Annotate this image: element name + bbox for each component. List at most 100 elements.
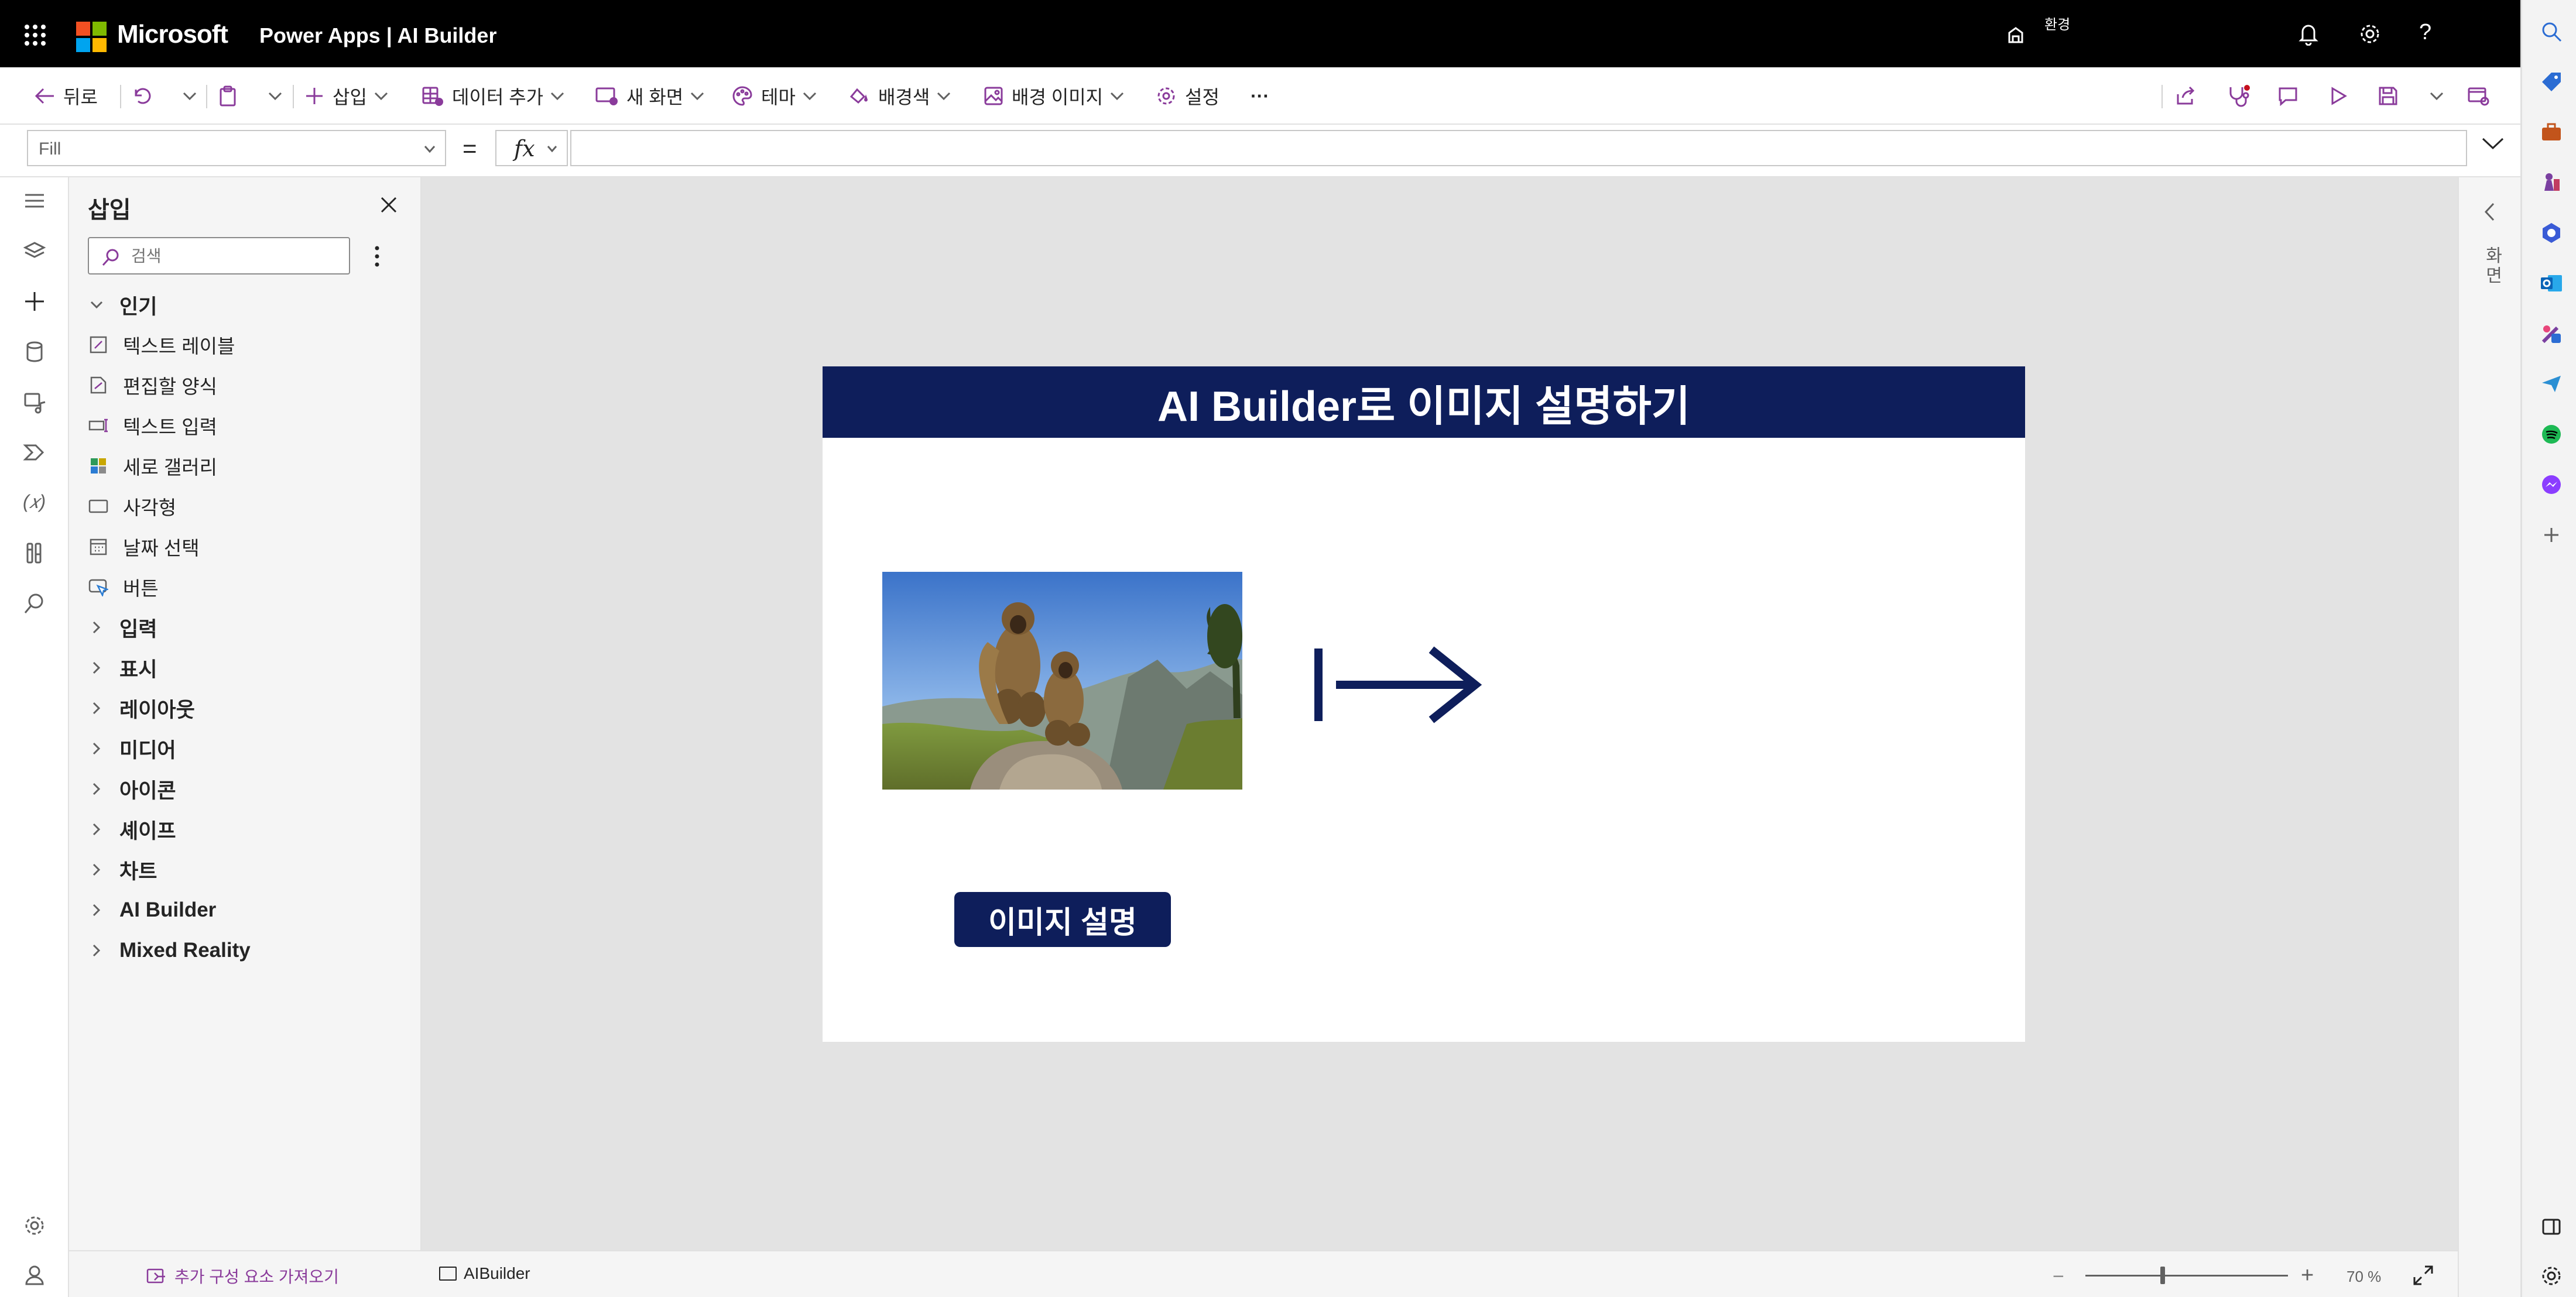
insert-item-vertical-gallery[interactable]: 세로 갤러리 [88, 448, 217, 483]
designer-icon[interactable] [2540, 322, 2563, 345]
fit-to-window-icon[interactable] [2412, 1264, 2434, 1286]
settings-icon[interactable] [23, 1214, 46, 1237]
share-icon[interactable] [2176, 67, 2205, 125]
describe-image-button[interactable]: 이미지 설명 [954, 892, 1171, 947]
more-options-icon[interactable] [375, 246, 379, 267]
formula-input[interactable] [570, 130, 2467, 166]
category-mixed-reality[interactable]: Mixed Reality [88, 933, 251, 968]
search-icon[interactable] [23, 592, 46, 615]
publish-icon[interactable] [2467, 67, 2498, 125]
arrow-right-to-line-icon[interactable] [1311, 644, 1487, 726]
background-image-button[interactable]: 배경 이미지 [984, 67, 1124, 125]
send-icon[interactable] [2540, 372, 2563, 396]
zoom-slider[interactable] [2085, 1275, 2288, 1277]
category-input[interactable]: 입력 [88, 610, 157, 645]
back-label: 뒤로 [63, 87, 98, 108]
play-icon[interactable] [2329, 67, 2356, 125]
property-dropdown[interactable]: Fill [27, 130, 446, 166]
sidebar-layout-icon[interactable] [2540, 1215, 2563, 1238]
settings-button[interactable]: 설정 [1156, 67, 1220, 125]
zoom-slider-thumb[interactable] [2160, 1267, 2165, 1284]
insert-item-button[interactable]: 버튼 [88, 569, 159, 605]
fx-label: fx [514, 136, 535, 162]
briefcase-icon[interactable] [2540, 121, 2563, 144]
insert-item-text-input[interactable]: 텍스트 입력 [88, 408, 217, 443]
gear-icon[interactable] [2358, 22, 2382, 46]
insert-item-label: 편집할 양식 [123, 376, 217, 397]
power-automate-icon[interactable] [23, 441, 46, 464]
insert-button[interactable]: 삽입 [304, 67, 388, 125]
divider [2161, 85, 2163, 108]
theme-button[interactable]: 테마 [732, 67, 817, 125]
chevron-right-icon [88, 742, 105, 755]
category-layout[interactable]: 레이아웃 [88, 691, 195, 726]
bell-icon[interactable] [2298, 22, 2319, 46]
paste-menu-chevron-icon[interactable] [261, 67, 282, 125]
office-icon[interactable] [2540, 221, 2563, 245]
category-popular[interactable]: 인기 [88, 287, 157, 322]
help-icon[interactable]: ? [2419, 20, 2431, 45]
insert-item-rectangle[interactable]: 사각형 [88, 489, 176, 524]
close-icon[interactable] [379, 195, 398, 214]
expand-formula-icon[interactable] [2481, 136, 2505, 151]
microsoft-brand: Microsoft [117, 20, 228, 49]
tag-icon[interactable] [2540, 70, 2563, 94]
get-more-components-link[interactable]: 추가 구성 요소 가져오기 [146, 1264, 339, 1288]
search-icon[interactable] [2540, 20, 2563, 43]
screen-header[interactable]: AI Builder로 이미지 설명하기 [823, 366, 2025, 438]
app-launcher-icon[interactable] [23, 23, 47, 47]
rectangle-icon [88, 496, 109, 517]
insert-icon[interactable] [23, 290, 46, 313]
comments-icon[interactable] [2277, 67, 2307, 125]
advanced-tools-icon[interactable] [23, 541, 46, 565]
insert-item-edit-form[interactable]: 편집할 양식 [88, 368, 217, 403]
add-icon[interactable] [2540, 523, 2563, 547]
outlook-icon[interactable] [2540, 272, 2563, 295]
save-icon[interactable] [2378, 67, 2406, 125]
add-data-button[interactable]: 데이터 추가 [422, 67, 564, 125]
screen-name: AIBuilder [464, 1264, 530, 1282]
virtual-agent-icon[interactable] [23, 1263, 46, 1286]
zoom-out-button[interactable]: − [2053, 1265, 2064, 1288]
data-icon[interactable] [23, 340, 46, 363]
messenger-icon[interactable] [2540, 473, 2563, 496]
category-shapes[interactable]: 셰이프 [88, 812, 176, 847]
more-button[interactable]: ··· [1251, 67, 1269, 125]
save-menu-chevron-icon[interactable] [2423, 67, 2444, 125]
zoom-in-button[interactable]: + [2301, 1263, 2314, 1288]
function-button[interactable]: fx [495, 130, 568, 166]
chevron-left-icon[interactable] [2483, 202, 2495, 222]
back-button[interactable]: 뒤로 [34, 67, 98, 125]
uploaded-image[interactable] [882, 572, 1242, 790]
spotify-icon[interactable] [2540, 423, 2563, 446]
screen-selector[interactable]: AIBuilder [439, 1264, 530, 1283]
gear-icon[interactable] [2540, 1264, 2563, 1288]
chevron-right-icon [88, 944, 105, 957]
hamburger-menu-icon[interactable] [23, 189, 46, 212]
category-ai-builder[interactable]: AI Builder [88, 893, 216, 928]
insert-panel-title: 삽입 [88, 197, 131, 223]
category-display[interactable]: 표시 [88, 650, 157, 685]
environment-icon[interactable] [2006, 25, 2026, 44]
insert-item-text-label[interactable]: 텍스트 레이블 [88, 327, 235, 362]
search-icon [102, 249, 119, 266]
new-screen-button[interactable]: 새 화면 [595, 67, 704, 125]
undo-button[interactable] [131, 67, 159, 125]
tree-view-icon[interactable] [23, 239, 46, 263]
paste-button[interactable] [218, 67, 246, 125]
media-icon[interactable] [23, 390, 46, 414]
chess-icon[interactable] [2540, 171, 2563, 194]
category-media[interactable]: 미디어 [88, 731, 176, 766]
variables-icon[interactable]: (𝑥) [23, 491, 46, 514]
screen-pane-label[interactable]: 화면 [2482, 246, 2506, 286]
category-label: 레이아웃 [119, 698, 195, 722]
category-icons[interactable]: 아이콘 [88, 771, 176, 807]
category-charts[interactable]: 차트 [88, 852, 157, 887]
insert-item-date-picker[interactable]: 날짜 선택 [88, 529, 200, 564]
undo-menu-chevron-icon[interactable] [176, 67, 197, 125]
search-input[interactable] [130, 244, 343, 269]
background-color-button[interactable]: 배경색 [848, 67, 951, 125]
chevron-right-icon [88, 863, 105, 876]
search-box[interactable] [88, 237, 350, 275]
app-checker-icon[interactable] [2227, 67, 2259, 125]
